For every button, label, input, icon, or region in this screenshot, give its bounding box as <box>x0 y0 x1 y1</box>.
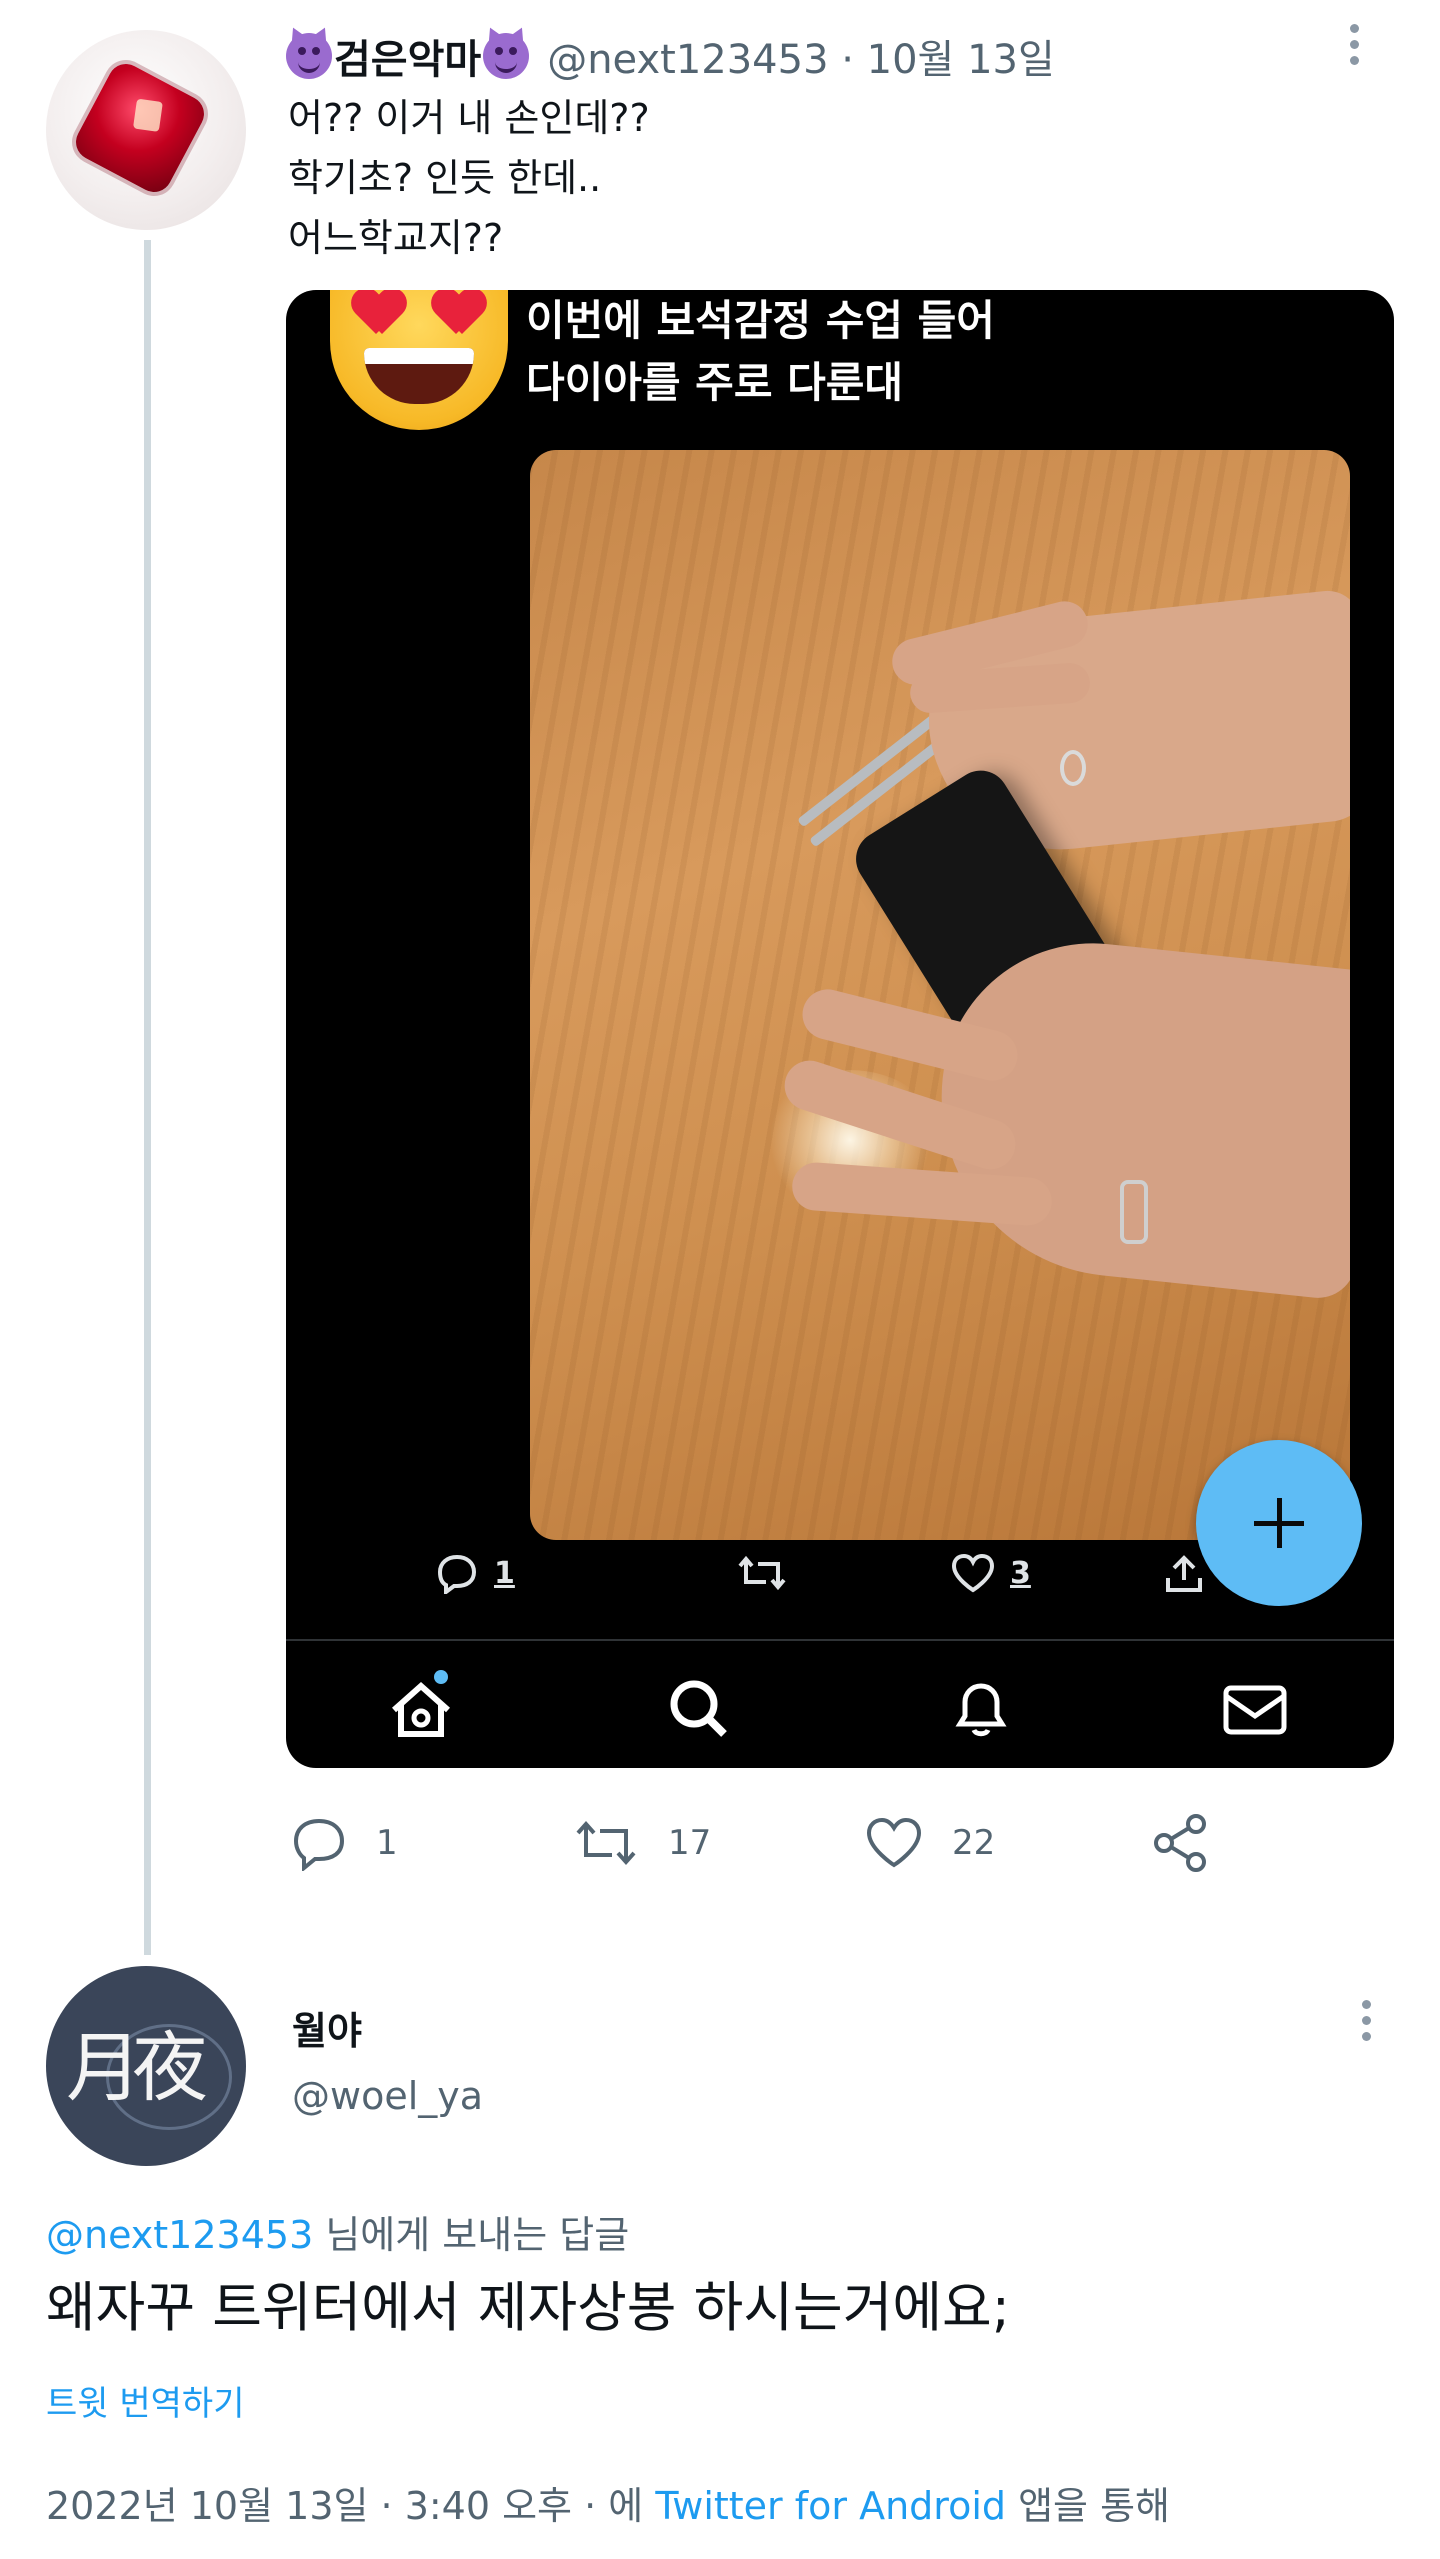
tweet-header: 검은악마 @next123453 · 10월 13일 <box>286 26 1055 86</box>
avatar[interactable]: 月夜 <box>46 1966 246 2166</box>
tweet-line: 학기초? 인듯 한데.. <box>288 156 602 200</box>
tweet-line: 어느학교지?? <box>288 216 504 260</box>
tweet-line: 어?? 이거 내 손인데?? <box>288 96 650 140</box>
smiling-devil-emoji-icon <box>286 33 332 79</box>
more-options-icon[interactable] <box>1344 24 1364 74</box>
embedded-bottom-nav <box>286 1642 1394 1768</box>
reply-text: 왜자꾸 트위터에서 제자상봉 하시는거에요; <box>46 2276 1010 2339</box>
screenshot-caption: 이번에 보석감정 수업 들어 다이아를 주로 다룬대 <box>526 290 995 414</box>
hand-image <box>923 928 1350 1302</box>
bell-icon <box>946 1676 1016 1742</box>
ring-image <box>1120 1180 1148 1244</box>
heart-eyes-emoji-icon <box>330 290 508 430</box>
caption-line: 이번에 보석감정 수업 들어 <box>526 296 995 345</box>
smiling-devil-emoji-icon <box>483 33 530 79</box>
mention-link[interactable]: @next123453 <box>46 2213 313 2257</box>
embedded-reply-count: 1 <box>494 1555 515 1591</box>
embedded-actions-bar: 1 3 <box>286 1552 1394 1622</box>
handle-and-date[interactable]: @next123453 · 10월 13일 <box>547 27 1055 85</box>
avatar-glyph: 月夜 <box>66 2023 208 2112</box>
retweet-icon <box>738 1555 786 1591</box>
like-count: 22 <box>952 1823 996 1863</box>
reply-button[interactable]: 1 <box>290 1808 398 1878</box>
attached-screenshot[interactable]: 이번에 보석감정 수업 들어 다이아를 주로 다룬대 1 3 <box>286 290 1394 1768</box>
retweet-icon <box>576 1820 636 1866</box>
tweet-text: 어?? 이거 내 손인데?? 학기초? 인듯 한데.. 어느학교지?? <box>288 88 650 268</box>
thread-connector-line <box>144 240 151 1955</box>
timestamp-suffix: 앱을 통해 <box>1006 2484 1170 2528</box>
handle[interactable]: @woel_ya <box>292 2074 483 2118</box>
reply-icon <box>293 1818 345 1871</box>
retweet-button[interactable]: 17 <box>572 1808 711 1878</box>
ring-image <box>1060 750 1086 786</box>
more-options-icon[interactable] <box>1356 2000 1376 2050</box>
timestamp: 2022년 10월 13일 · 3:40 오후 · 에 Twitter for … <box>46 2475 1170 2530</box>
reply-icon <box>437 1554 477 1594</box>
divider <box>286 1639 1394 1641</box>
embedded-share <box>1162 1552 1206 1596</box>
source-app-link[interactable]: Twitter for Android <box>655 2484 1006 2528</box>
home-icon <box>386 1670 456 1742</box>
mail-icon <box>1220 1676 1290 1742</box>
timestamp-prefix: 2022년 10월 13일 · 3:40 오후 · 에 <box>46 2484 656 2528</box>
replying-to: @next123453 님에게 보내는 답글 <box>46 2204 629 2259</box>
share-icon <box>1154 1814 1206 1872</box>
replying-to-label: 님에게 보내는 답글 <box>313 2213 630 2257</box>
share-button[interactable] <box>1150 1808 1212 1878</box>
search-icon <box>664 1676 734 1742</box>
heart-icon <box>866 1817 922 1868</box>
retweet-count: 17 <box>668 1823 712 1863</box>
caption-line: 다이아를 주로 다룬대 <box>526 358 904 407</box>
embedded-like-count: 3 <box>1010 1555 1031 1591</box>
like-button[interactable]: 22 <box>864 1808 995 1878</box>
reply-count: 1 <box>376 1823 398 1863</box>
ruby-gem-image <box>69 57 211 199</box>
display-name[interactable]: 검은악마 <box>334 27 481 85</box>
avatar[interactable] <box>46 30 246 230</box>
display-name[interactable]: 월야 <box>292 2000 362 2055</box>
share-icon <box>1166 1555 1202 1592</box>
embedded-photo <box>530 450 1350 1540</box>
embedded-retweet <box>736 1552 788 1594</box>
translate-tweet-link[interactable]: 트윗 번역하기 <box>46 2376 245 2425</box>
embedded-reply: 1 <box>434 1552 515 1594</box>
heart-icon <box>951 1553 995 1593</box>
embedded-like: 3 <box>950 1552 1031 1594</box>
